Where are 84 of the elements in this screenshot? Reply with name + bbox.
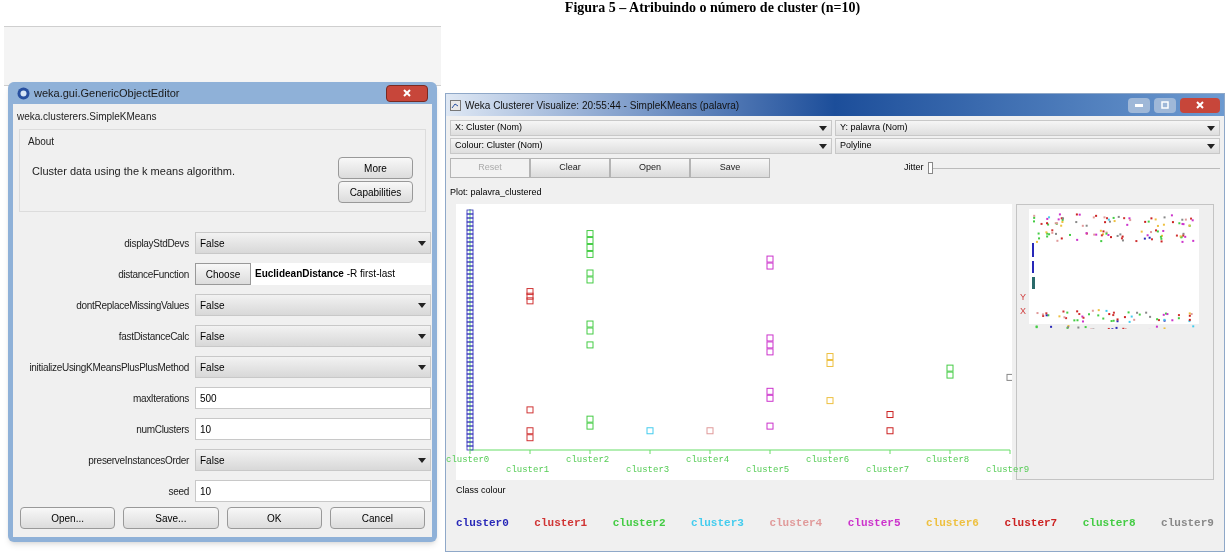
maximize-button[interactable] [1154, 97, 1176, 113]
about-button[interactable]: Capabilities [338, 181, 413, 203]
axis-marker: X [1020, 304, 1026, 317]
app-icon [17, 86, 30, 100]
property-dropdown[interactable]: False [195, 232, 431, 254]
attribute-selector[interactable]: Colour: Cluster (Nom) [450, 138, 832, 154]
property-label: seed [168, 484, 189, 499]
attribute-selector[interactable]: Y: palavra (Nom) [835, 120, 1220, 136]
axis-marker: Y [1020, 290, 1026, 303]
caret-icon [1207, 143, 1215, 149]
window-title: Weka Clusterer Visualize: 20:55:44 - SimpleKMeans (palavra) [465, 98, 741, 113]
axis-label: cluster3 [626, 463, 670, 477]
property-dropdown[interactable]: False [195, 356, 431, 378]
caret-icon [819, 143, 827, 149]
plot-button[interactable]: Save [690, 158, 770, 178]
axis-label: cluster5 [746, 463, 790, 477]
jitter-label: Jitter [904, 161, 924, 175]
choose-button[interactable]: Choose [195, 263, 251, 285]
property-label: maxIterations [132, 391, 189, 406]
plot-button[interactable]: Clear [530, 158, 610, 178]
dialog-button[interactable]: Open... [20, 507, 116, 529]
property-field[interactable]: 500 [195, 387, 431, 409]
axis-label: cluster1 [506, 463, 550, 477]
class-legend-label: cluster3 [691, 516, 744, 531]
attribute-selector[interactable]: Polyline [835, 138, 1220, 154]
class-legend-label: cluster4 [769, 516, 823, 531]
about-button[interactable]: More [338, 157, 413, 179]
caret-icon [1207, 125, 1215, 131]
property-dropdown[interactable]: False [195, 449, 431, 471]
about-heading: About [27, 135, 56, 149]
app-icon [450, 99, 461, 111]
property-label: displayStdDevs [124, 236, 189, 251]
property-dropdown[interactable]: False [195, 294, 431, 316]
slider-thumb[interactable] [927, 162, 933, 174]
class-colour-heading: Class colour [455, 483, 507, 497]
close-icon [403, 89, 411, 97]
axis-label: cluster7 [866, 463, 910, 477]
property-label: numClusters [136, 422, 189, 437]
axis-label: cluster0 [446, 453, 490, 467]
about-text: Cluster data using the k means algorithm. [32, 164, 236, 179]
dialog-button[interactable]: Save... [123, 507, 219, 529]
maximize-icon [1161, 101, 1169, 109]
caret-icon [418, 364, 426, 370]
axis-label: cluster2 [566, 453, 610, 467]
property-label: initializeUsingKMeansPlusPlusMethod [29, 360, 189, 375]
property-label: fastDistanceCalc [118, 329, 189, 344]
axis-label: cluster6 [806, 453, 850, 467]
class-legend-label: cluster0 [456, 516, 509, 531]
caret-icon [418, 333, 426, 339]
class-legend-label: cluster2 [612, 516, 666, 531]
class-name: weka.clusterers.SimpleKMeans [16, 110, 158, 124]
caret-icon [819, 125, 827, 131]
jitter-slider[interactable] [927, 162, 1220, 174]
class-legend-label: cluster7 [1004, 516, 1058, 531]
property-dropdown[interactable]: False [195, 325, 431, 347]
dialog-button[interactable]: OK [226, 507, 322, 529]
minimize-icon [1135, 103, 1143, 107]
window-title: weka.gui.GenericObjectEditor [34, 85, 181, 101]
property-field[interactable]: 10 [195, 480, 431, 502]
minimize-button[interactable] [1128, 97, 1150, 113]
plot-title: Plot: palavra_clustered [449, 186, 543, 199]
close-button[interactable] [386, 84, 428, 102]
property-field[interactable]: 10 [195, 418, 431, 440]
property-label: preserveInstancesOrder [88, 453, 189, 468]
caret-icon [418, 457, 426, 463]
property-label: dontReplaceMissingValues [76, 298, 189, 313]
distance-function-value: EuclideanDistance -R first-last [251, 263, 431, 285]
caret-icon [418, 302, 426, 308]
class-legend-label: cluster9 [1161, 516, 1214, 531]
axis-label: cluster9 [986, 463, 1030, 477]
close-button[interactable] [1180, 97, 1220, 113]
class-legend-label: cluster6 [926, 516, 979, 531]
class-legend-label: cluster1 [534, 516, 588, 531]
axis-label: cluster4 [686, 453, 730, 467]
property-label: distanceFunction [118, 267, 189, 282]
dialog-button[interactable]: Cancel [329, 507, 425, 529]
caret-icon [418, 240, 426, 246]
class-legend-label: cluster8 [1082, 516, 1136, 531]
close-icon [1196, 101, 1204, 109]
axis-label: cluster8 [926, 453, 970, 467]
attribute-selector[interactable]: X: Cluster (Nom) [450, 120, 832, 136]
figure-caption: Figura 5 – Atribuindo o número de cluster (n=10) [564, 0, 861, 16]
class-legend-label: cluster5 [847, 516, 901, 531]
plot-button[interactable]: Open [610, 158, 690, 178]
